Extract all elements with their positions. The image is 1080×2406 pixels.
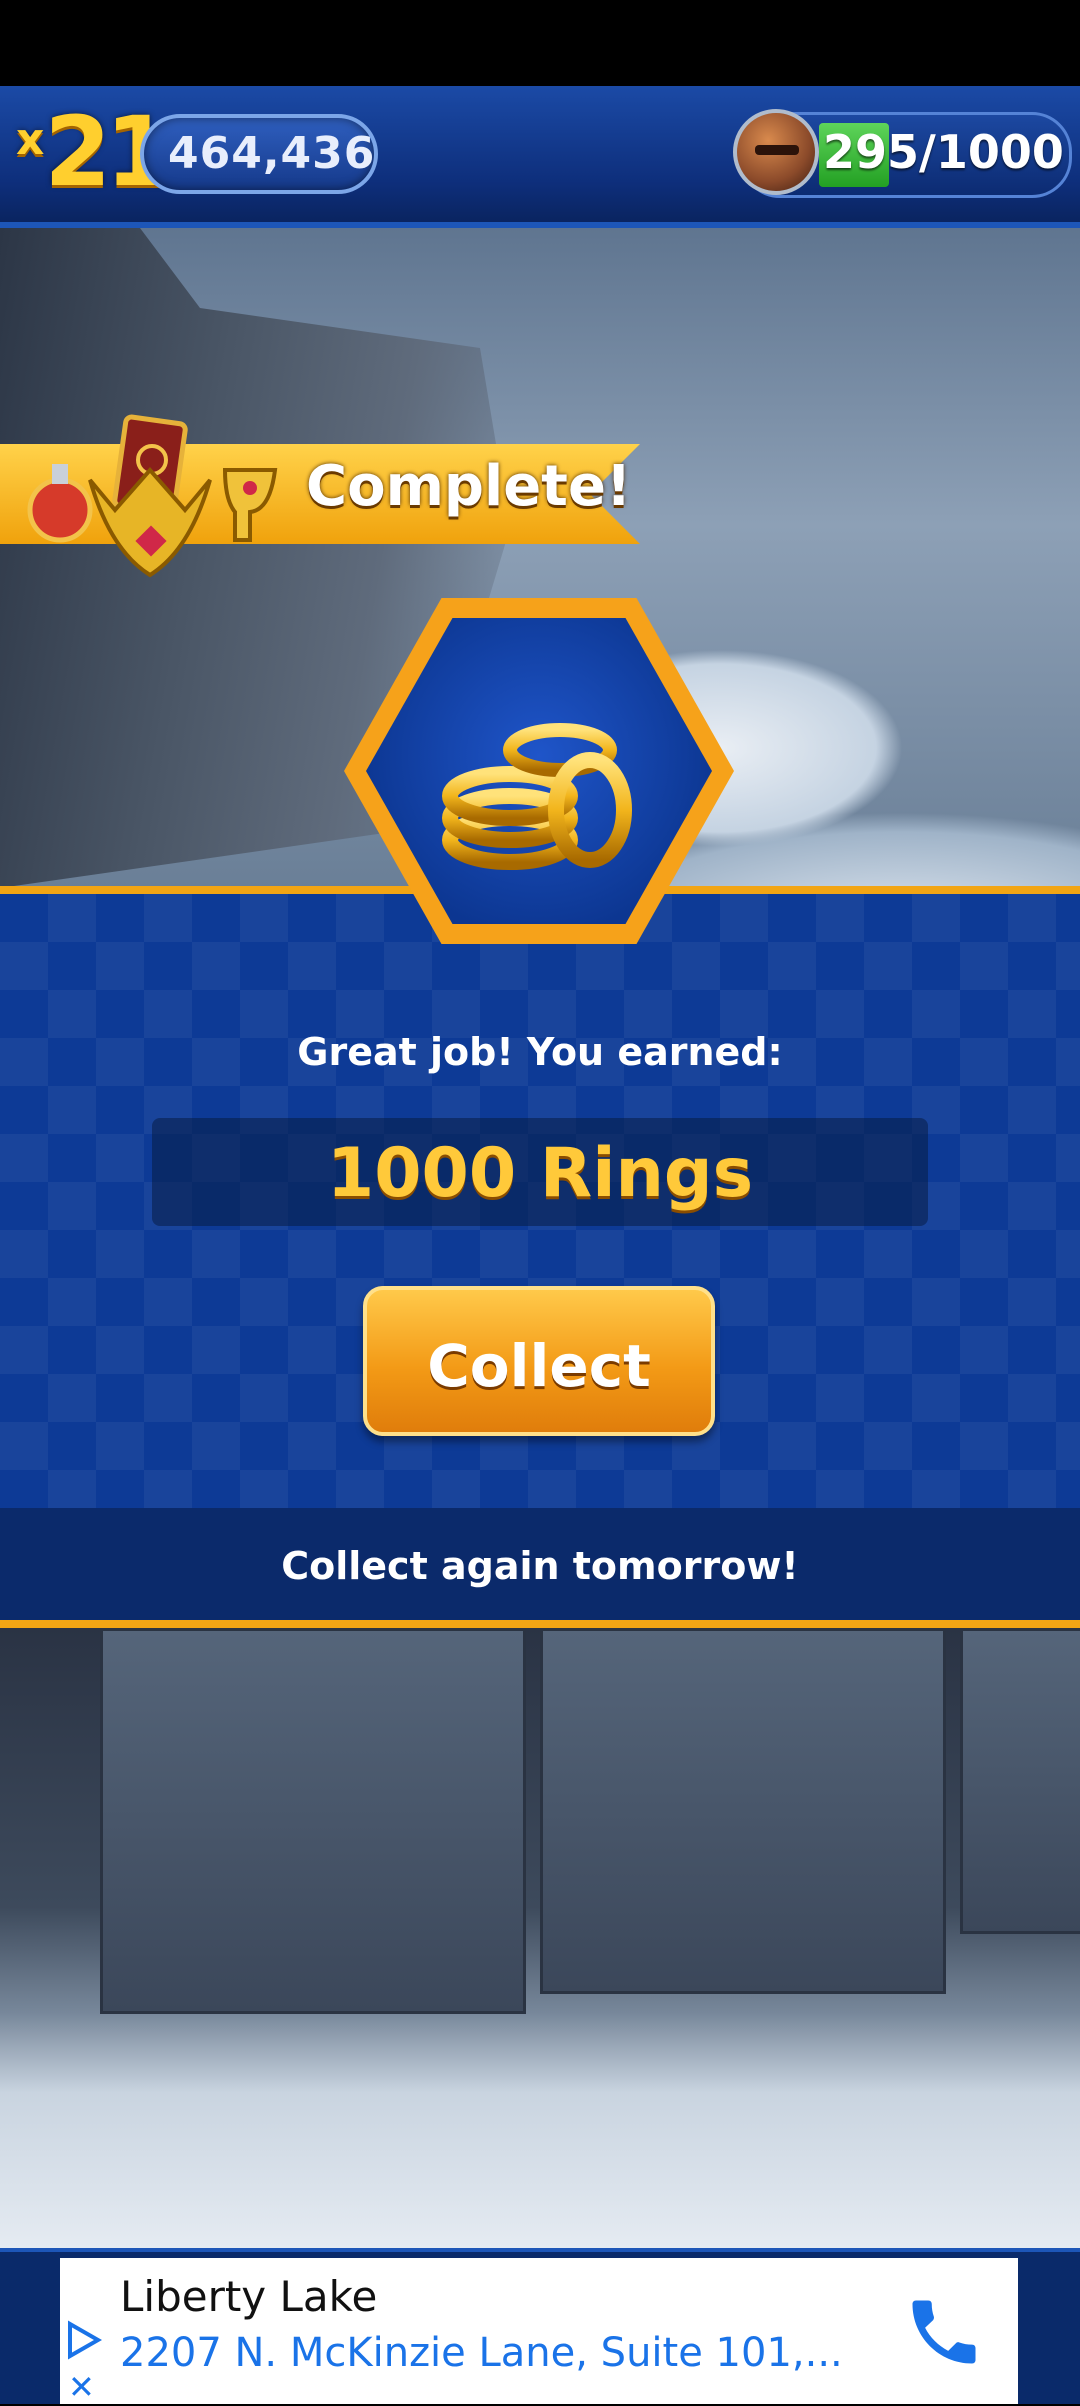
complete-label: Complete! [306, 454, 632, 519]
reward-amount-box: 1000 Rings [152, 1118, 928, 1226]
gold-rings-icon [442, 723, 632, 870]
stone-ruin [540, 1628, 946, 1994]
score-counter: 464,436 [140, 114, 378, 194]
knight-avatar-icon [733, 109, 819, 195]
close-icon[interactable]: ✕ [68, 2368, 95, 2406]
collect-label: Collect [427, 1332, 651, 1400]
status-bar [0, 0, 1080, 86]
reward-panel: Great job! You earned: 1000 Rings Collec… [0, 886, 1080, 1516]
ad-play-icon[interactable] [66, 2320, 102, 2360]
collect-again-strip: Collect again tomorrow! [0, 1508, 1080, 1628]
reward-heading: Great job! You earned: [297, 1030, 783, 1074]
collect-again-message: Collect again tomorrow! [281, 1544, 799, 1588]
trophy-cluster-icon [27, 414, 278, 578]
stone-ruin [960, 1628, 1080, 1934]
top-hud: x21 464,436 295/1000 [0, 86, 1080, 228]
reward-amount: 1000 Rings [326, 1134, 754, 1213]
stone-ruin [100, 1628, 526, 2014]
ad-title[interactable]: Liberty Lake [120, 2272, 377, 2321]
ad-banner: ✕ Liberty Lake 2207 N. McKinzie Lane, Su… [0, 2248, 1080, 2406]
ad-card[interactable]: ✕ Liberty Lake 2207 N. McKinzie Lane, Su… [60, 2258, 1018, 2406]
multiplier-prefix: x [16, 114, 45, 165]
collect-button[interactable]: Collect [363, 1286, 715, 1436]
score-value: 464,436 [168, 128, 376, 179]
ad-address[interactable]: 2207 N. McKinzie Lane, Suite 101,... [120, 2330, 843, 2376]
energy-meter[interactable]: 295/1000 [733, 109, 1072, 198]
ruins-background [0, 1628, 1080, 2248]
energy-value: 295/1000 [823, 125, 1064, 179]
phone-icon[interactable] [902, 2290, 986, 2374]
